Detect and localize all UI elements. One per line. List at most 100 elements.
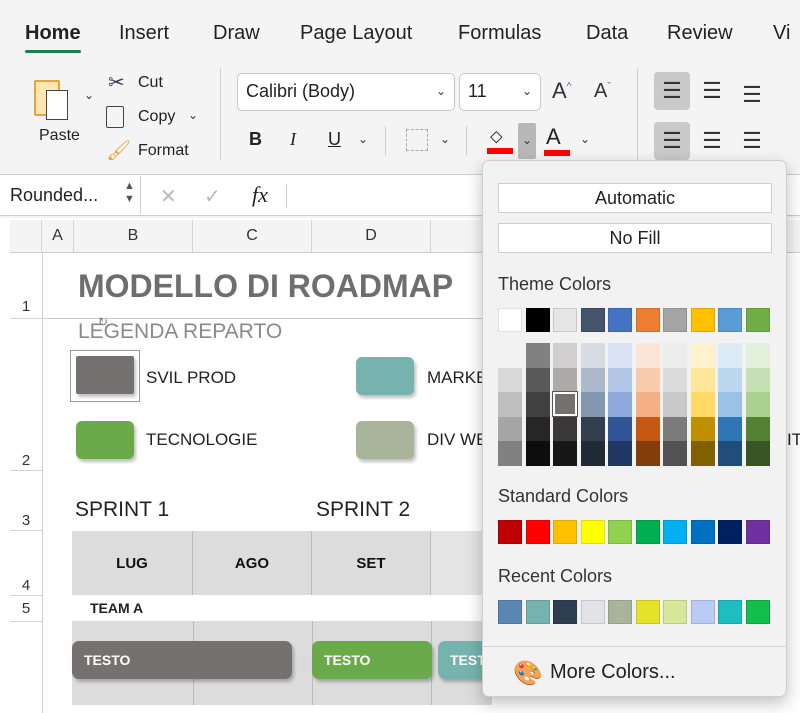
automatic-button[interactable]: Automatic — [498, 183, 772, 213]
copy-dropdown[interactable]: ⌄ — [188, 108, 198, 122]
font-name-select[interactable]: Calibri (Body) ⌄ — [237, 73, 455, 111]
theme-shade-swatch[interactable] — [635, 343, 660, 368]
row-header-5[interactable]: 5 — [10, 600, 42, 617]
copy-button[interactable]: Copy — [138, 108, 175, 126]
theme-shade-swatch[interactable] — [718, 343, 742, 368]
name-box[interactable]: Rounded... — [10, 185, 98, 206]
theme-shade-swatch[interactable] — [718, 367, 742, 393]
row-header-1[interactable]: 1 — [10, 298, 42, 315]
align-left-button[interactable]: ☰ — [654, 122, 690, 160]
theme-color-swatch[interactable] — [498, 308, 522, 332]
tab-draw[interactable]: Draw — [213, 22, 260, 45]
theme-color-swatch[interactable] — [745, 308, 770, 332]
theme-shade-swatch[interactable] — [553, 441, 577, 466]
borders-icon[interactable] — [406, 129, 428, 151]
column-header-a[interactable]: A — [42, 220, 74, 252]
theme-shade-swatch[interactable] — [580, 343, 605, 368]
name-box-stepper[interactable]: ▲ ▼ — [124, 180, 135, 206]
standard-color-swatch[interactable] — [718, 520, 742, 544]
column-header-c[interactable]: C — [193, 220, 312, 252]
theme-color-swatch[interactable] — [580, 308, 605, 332]
no-fill-button[interactable]: No Fill — [498, 223, 772, 253]
theme-shade-swatch[interactable] — [635, 416, 660, 442]
theme-shade-swatch[interactable] — [498, 441, 522, 466]
row-header-2[interactable]: 2 — [10, 452, 42, 469]
borders-dropdown[interactable]: ⌄ — [440, 132, 450, 146]
font-size-select[interactable]: 11 ⌄ — [459, 73, 541, 111]
theme-shade-swatch[interactable] — [663, 441, 687, 466]
theme-shade-swatch[interactable] — [525, 416, 550, 442]
standard-color-swatch[interactable] — [608, 520, 632, 544]
row-header-4[interactable]: 4 — [10, 577, 42, 594]
more-colors-button[interactable]: More Colors... — [550, 661, 676, 684]
underline-button[interactable]: U — [328, 129, 341, 150]
theme-shade-swatch[interactable] — [553, 367, 577, 393]
recent-color-swatch[interactable] — [580, 600, 605, 624]
align-bottom-button[interactable]: ☰ — [734, 76, 770, 114]
recent-color-swatch[interactable] — [663, 600, 687, 624]
theme-color-swatch[interactable] — [663, 308, 687, 332]
theme-shade-swatch[interactable] — [745, 343, 770, 368]
tab-home[interactable]: Home — [25, 22, 81, 53]
theme-shade-swatch[interactable] — [498, 343, 522, 368]
theme-shade-swatch[interactable] — [690, 441, 715, 466]
theme-shade-swatch[interactable] — [745, 416, 770, 442]
legend-swatch-marketing[interactable] — [356, 357, 414, 395]
theme-shade-swatch[interactable] — [553, 343, 577, 368]
theme-shade-swatch[interactable] — [663, 367, 687, 393]
tab-formulas[interactable]: Formulas — [458, 22, 541, 45]
align-right-button[interactable]: ☰ — [734, 122, 770, 160]
standard-color-swatch[interactable] — [498, 520, 522, 544]
tab-data[interactable]: Data — [586, 22, 628, 45]
paste-dropdown[interactable]: ⌄ — [84, 88, 94, 102]
recent-color-swatch[interactable] — [553, 600, 577, 624]
standard-color-swatch[interactable] — [663, 520, 687, 544]
row-header-3[interactable]: 3 — [10, 512, 42, 529]
bold-button[interactable]: B — [249, 129, 262, 150]
legend-swatch-div-web[interactable] — [356, 421, 414, 459]
rotate-handle-icon[interactable]: ↻ — [98, 315, 108, 329]
standard-color-swatch[interactable] — [553, 520, 577, 544]
theme-shade-swatch[interactable] — [498, 367, 522, 393]
theme-shade-swatch[interactable] — [580, 416, 605, 442]
theme-shade-swatch[interactable] — [525, 441, 550, 466]
paste-button[interactable] — [34, 76, 76, 122]
theme-shade-swatch[interactable] — [745, 392, 770, 417]
shape-selection-handles[interactable] — [70, 350, 140, 402]
theme-color-swatch[interactable] — [553, 308, 577, 332]
theme-shade-swatch[interactable] — [635, 392, 660, 417]
theme-shade-swatch[interactable] — [690, 392, 715, 417]
theme-shade-swatch[interactable] — [525, 343, 550, 368]
tab-page-layout[interactable]: Page Layout — [300, 22, 412, 45]
theme-color-swatch[interactable] — [635, 308, 660, 332]
cut-button[interactable]: Cut — [138, 74, 163, 92]
recent-color-swatch[interactable] — [690, 600, 715, 624]
theme-shade-swatch[interactable] — [498, 416, 522, 442]
recent-color-swatch[interactable] — [635, 600, 660, 624]
theme-shade-swatch[interactable] — [525, 392, 550, 417]
align-middle-button[interactable]: ☰ — [694, 72, 730, 110]
tab-review[interactable]: Review — [667, 22, 733, 45]
theme-shade-swatch[interactable] — [580, 441, 605, 466]
legend-swatch-tecnologie[interactable] — [76, 421, 134, 459]
select-all-button[interactable] — [10, 220, 42, 252]
theme-shade-swatch[interactable] — [580, 367, 605, 393]
theme-shade-swatch[interactable] — [718, 392, 742, 417]
theme-shade-swatch[interactable] — [690, 367, 715, 393]
roadmap-bar[interactable]: TESTO — [72, 641, 292, 679]
theme-shade-swatch[interactable] — [663, 416, 687, 442]
standard-color-swatch[interactable] — [525, 520, 550, 544]
theme-shade-swatch[interactable] — [553, 392, 577, 417]
recent-color-swatch[interactable] — [525, 600, 550, 624]
theme-shade-swatch[interactable] — [663, 392, 687, 417]
align-top-button[interactable]: ☰ — [654, 72, 690, 110]
increase-font-size-button[interactable]: A^ — [552, 78, 571, 104]
theme-shade-swatch[interactable] — [608, 392, 632, 417]
enter-icon[interactable]: ✓ — [204, 184, 221, 209]
standard-color-swatch[interactable] — [635, 520, 660, 544]
standard-color-swatch[interactable] — [690, 520, 715, 544]
underline-dropdown[interactable]: ⌄ — [358, 132, 368, 146]
insert-function-button[interactable]: fx — [252, 182, 268, 208]
theme-shade-swatch[interactable] — [718, 416, 742, 442]
theme-shade-swatch[interactable] — [690, 416, 715, 442]
